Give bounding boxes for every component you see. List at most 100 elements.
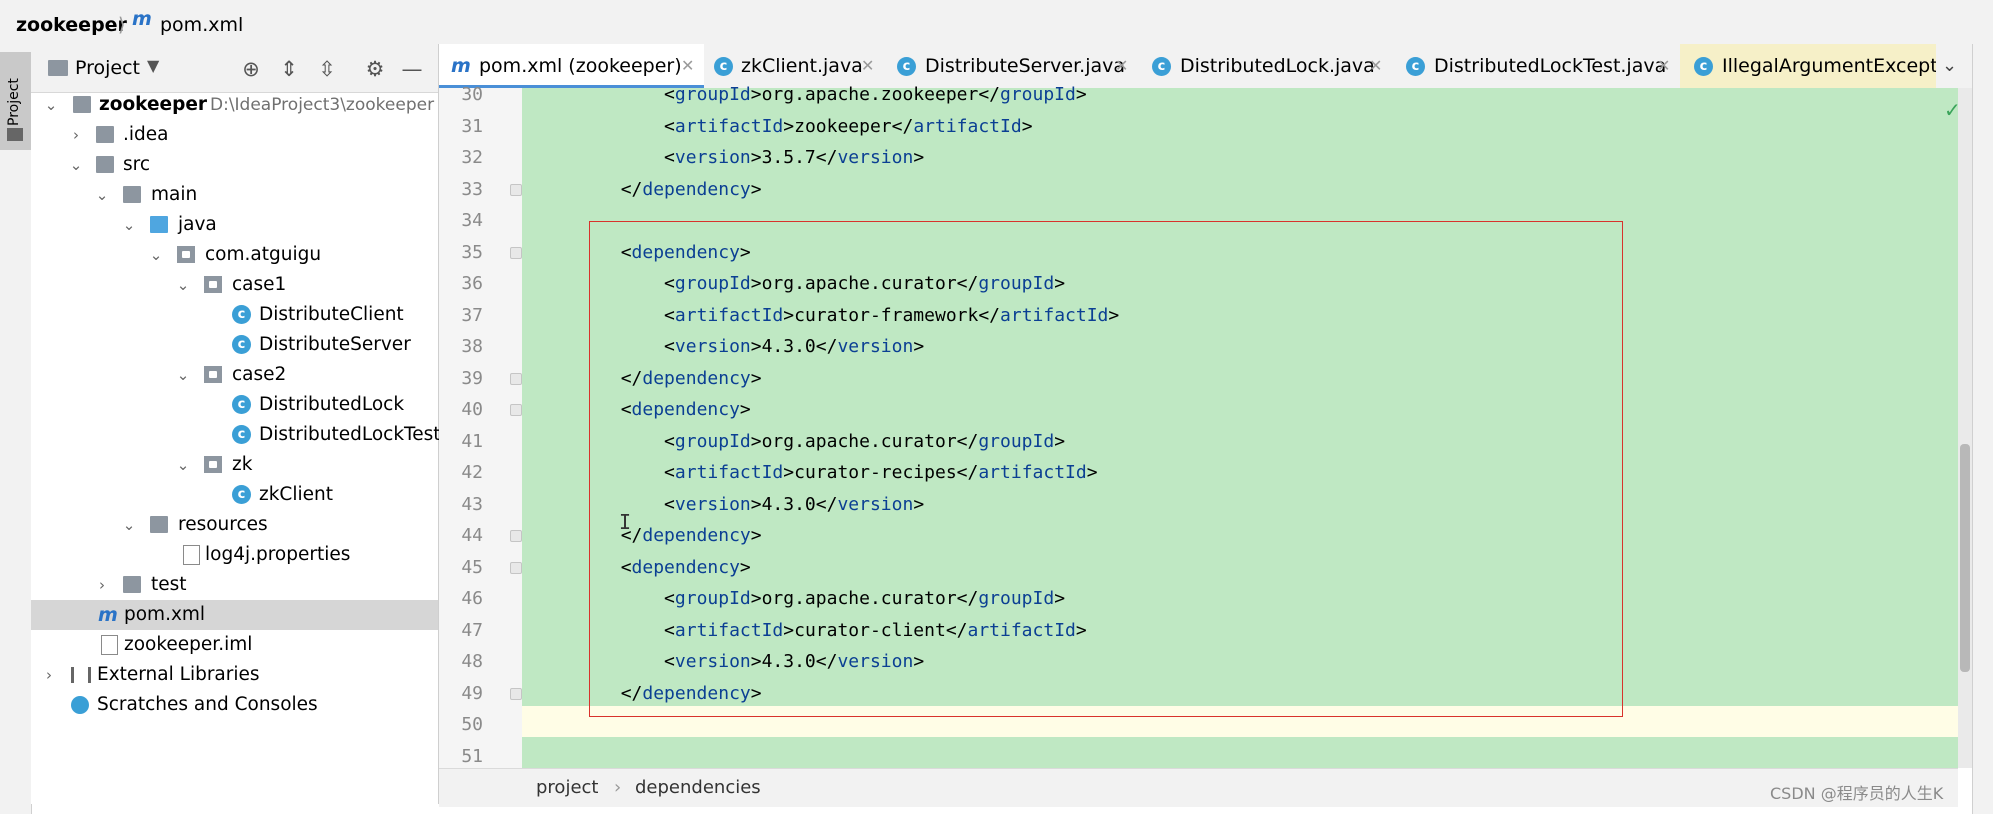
tab-distributedlock[interactable]: c DistributedLock.java ✕ <box>1138 44 1392 88</box>
class-icon: c <box>897 57 916 76</box>
code-line: 32 <box>0 142 483 173</box>
line-number[interactable]: 30 <box>443 79 483 110</box>
breadcrumb-separator-icon: › <box>614 777 622 798</box>
code-line: 47 <box>0 615 483 646</box>
line-number[interactable]: 44 <box>443 520 483 551</box>
xml-tag-name: groupId <box>674 84 751 105</box>
xml-tag-name: artifactId <box>913 115 1022 137</box>
xml-text: >3.5.7</ <box>750 147 838 168</box>
xml-text: >org.apache.zookeeper</ <box>750 84 1000 105</box>
xml-text: < <box>534 115 675 137</box>
line-number[interactable]: 47 <box>443 615 483 646</box>
chevron-down-icon[interactable]: ▼ <box>147 56 159 75</box>
class-icon: c <box>1152 57 1171 76</box>
code-line: 39 <box>0 363 483 394</box>
code-line: 36 <box>0 268 483 299</box>
xml-text: > <box>1021 115 1033 137</box>
line-number[interactable]: 43 <box>443 489 483 520</box>
code-line: 37 <box>0 300 483 331</box>
class-icon: c <box>714 57 733 76</box>
line-number[interactable]: 46 <box>443 583 483 614</box>
fold-marker-icon[interactable] <box>510 372 522 385</box>
vertical-scrollbar[interactable] <box>1958 88 1972 768</box>
line-number[interactable]: 32 <box>443 142 483 173</box>
code-line: 30 <box>0 79 483 110</box>
code-line: 46 <box>0 583 483 614</box>
xml-text: > <box>750 178 762 200</box>
code-line: 50 <box>0 709 483 740</box>
xml-tag-name: version <box>674 147 751 168</box>
code-line: 33 <box>0 174 483 205</box>
tab-label: DistributedLock.java <box>1180 55 1375 77</box>
xml-tag-name: artifactId <box>674 115 784 137</box>
line-number[interactable]: 50 <box>443 709 483 740</box>
code-text[interactable]: <version>3.5.7</version> <box>534 142 924 173</box>
code-line: 48 <box>0 646 483 677</box>
code-text[interactable]: <groupId>org.apache.zookeeper</groupId> <box>534 79 1087 110</box>
tab-distributedlocktest[interactable]: c DistributedLockTest.java ✕ <box>1392 44 1679 88</box>
nav-file[interactable]: pom.xml <box>160 14 243 36</box>
code-line: 40 <box>0 394 483 425</box>
class-icon: c <box>1694 57 1713 76</box>
line-number[interactable]: 51 <box>443 741 483 772</box>
line-number[interactable]: 48 <box>443 646 483 677</box>
fold-marker-icon[interactable] <box>510 687 522 700</box>
watermark: CSDN @程序员的人生K <box>1770 784 1944 803</box>
line-number[interactable]: 33 <box>443 174 483 205</box>
code-line: 49 <box>0 678 483 709</box>
code-text[interactable]: </dependency> <box>534 174 762 205</box>
line-number[interactable]: 45 <box>443 552 483 583</box>
code-text[interactable]: <artifactId>zookeeper</artifactId> <box>534 111 1033 142</box>
tab-label: IllegalArgumentExcepti <box>1722 55 1936 77</box>
fold-marker-icon[interactable] <box>510 530 522 542</box>
fold-marker-icon[interactable] <box>510 183 522 196</box>
maven-icon: m <box>132 8 152 30</box>
line-number[interactable]: 42 <box>443 457 483 488</box>
line-number[interactable]: 41 <box>443 426 483 457</box>
line-number[interactable]: 38 <box>443 331 483 362</box>
right-tool-stripe <box>1972 44 1993 814</box>
code-line: 38 <box>0 331 483 362</box>
line-number[interactable]: 36 <box>443 268 483 299</box>
code-line: 45 <box>0 552 483 583</box>
close-icon[interactable]: ✕ <box>1369 44 1382 88</box>
close-icon[interactable]: ✕ <box>1115 44 1128 88</box>
xml-text: < <box>534 84 675 105</box>
tab-illegalargumentexception[interactable]: c IllegalArgumentExcepti <box>1680 44 1936 88</box>
xml-text: < <box>534 147 675 168</box>
xml-text: > <box>1075 84 1087 105</box>
chevron-down-icon[interactable]: ⌄ <box>1942 44 1957 88</box>
line-number[interactable]: 49 <box>443 678 483 709</box>
xml-tag-name: dependency <box>642 178 751 200</box>
fold-marker-icon[interactable] <box>510 404 522 416</box>
xml-text: > <box>913 147 925 168</box>
breadcrumb-project[interactable]: project <box>536 777 598 798</box>
code-line: 44 <box>0 520 483 551</box>
text-cursor-icon: I <box>619 512 631 532</box>
line-number[interactable]: 35 <box>443 237 483 268</box>
xml-tag-name: groupId <box>1000 84 1076 105</box>
fold-marker-icon[interactable] <box>510 561 522 574</box>
xml-text: >zookeeper</ <box>783 115 914 137</box>
xml-text: </ <box>534 178 643 200</box>
breadcrumb-dependencies[interactable]: dependencies <box>635 777 761 798</box>
highlight-rectangle <box>589 221 1623 717</box>
code-line: 51 <box>0 741 483 772</box>
line-number[interactable]: 37 <box>443 300 483 331</box>
scrollbar-thumb[interactable] <box>1960 444 1970 672</box>
fold-marker-icon[interactable] <box>510 246 522 259</box>
nav-separator-icon: ⟩ <box>118 14 126 36</box>
close-icon[interactable]: ✕ <box>1657 44 1670 88</box>
line-number[interactable]: 39 <box>443 363 483 394</box>
class-icon: c <box>1406 57 1425 76</box>
tab-label: DistributedLockTest.java <box>1434 55 1667 77</box>
line-number[interactable]: 40 <box>443 394 483 425</box>
nav-project[interactable]: zookeeper <box>16 14 127 36</box>
code-line: 35 <box>0 237 483 268</box>
code-line: 31 <box>0 111 483 142</box>
code-line: 34 <box>0 205 483 236</box>
line-number[interactable]: 31 <box>443 111 483 142</box>
editor-breadcrumb: project › dependencies <box>439 768 1958 807</box>
line-number[interactable]: 34 <box>443 205 483 236</box>
project-view-title[interactable]: Project <box>75 57 140 79</box>
